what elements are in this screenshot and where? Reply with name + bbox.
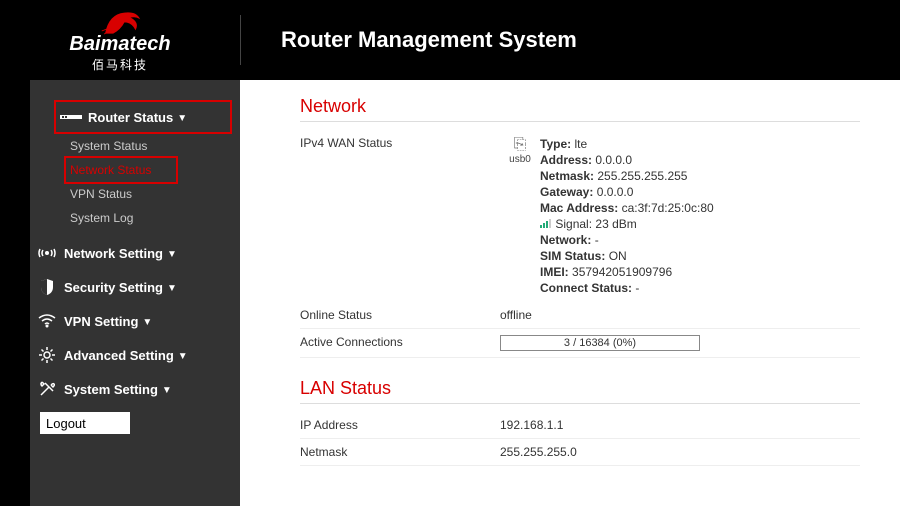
router-status-subitems: System Status Network Status VPN Status … xyxy=(30,134,240,230)
active-connections-label: Active Connections xyxy=(300,335,500,351)
chevron-down-icon: ▼ xyxy=(167,283,177,294)
imei-label: IMEI: xyxy=(540,265,569,279)
chevron-down-icon: ▼ xyxy=(177,113,187,124)
header: Baimatech 佰马科技 Router Management System xyxy=(0,0,900,80)
online-status-value: offline xyxy=(500,308,860,322)
nav-label: Advanced Setting xyxy=(64,348,174,363)
chevron-down-icon: ▼ xyxy=(142,317,152,328)
wan-status-row: IPv4 WAN Status ⎘ usb0 Type: lte Address… xyxy=(300,130,860,302)
sub-system-log[interactable]: System Log xyxy=(70,206,240,230)
gateway-label: Gateway: xyxy=(540,185,593,199)
logo: Baimatech 佰马科技 xyxy=(0,7,240,73)
logo-sub-text: 佰马科技 xyxy=(92,56,148,73)
nav-label: Router Status xyxy=(88,110,173,125)
chevron-down-icon: ▼ xyxy=(167,249,177,260)
nav-vpn-setting[interactable]: VPN Setting ▼ xyxy=(30,304,240,338)
nav-label: Security Setting xyxy=(64,280,163,295)
connect-label: Connect Status: xyxy=(540,281,632,295)
netmask-value: 255.255.255.255 xyxy=(597,169,687,183)
mac-value: ca:3f:7d:25:0c:80 xyxy=(622,201,714,215)
active-connections-value: 3 / 16384 (0%) xyxy=(500,335,860,351)
chevron-down-icon: ▼ xyxy=(178,351,188,362)
lan-netmask-row: Netmask 255.255.255.0 xyxy=(300,439,860,466)
logo-brand-text: Baimatech xyxy=(69,33,170,56)
shield-icon xyxy=(36,279,58,295)
sidebar: Router Status ▼ System Status Network St… xyxy=(0,80,240,506)
network-value: - xyxy=(595,233,599,247)
wan-port: ⎘ usb0 xyxy=(500,136,540,296)
nav-router-status[interactable]: Router Status ▼ xyxy=(54,100,232,134)
address-label: Address: xyxy=(540,153,592,167)
sim-value: ON xyxy=(609,249,627,263)
header-divider xyxy=(240,15,241,65)
gateway-value: 0.0.0.0 xyxy=(597,185,634,199)
netmask-label: Netmask: xyxy=(540,169,594,183)
wan-status-label: IPv4 WAN Status xyxy=(300,136,500,296)
lan-netmask-label: Netmask xyxy=(300,445,500,459)
lan-ip-row: IP Address 192.168.1.1 xyxy=(300,412,860,439)
nav-label: Network Setting xyxy=(64,246,163,261)
network-label: Network: xyxy=(540,233,591,247)
type-label: Type: xyxy=(540,137,571,151)
wan-details: Type: lte Address: 0.0.0.0 Netmask: 255.… xyxy=(540,136,860,296)
port-icon: ⎘ xyxy=(514,136,527,153)
nav-label: VPN Setting xyxy=(64,314,138,329)
section-lan-title: LAN Status xyxy=(300,378,860,404)
section-network-title: Network xyxy=(300,96,860,122)
connect-value: - xyxy=(635,281,639,295)
address-value: 0.0.0.0 xyxy=(595,153,632,167)
logout-button[interactable]: Logout xyxy=(40,412,130,434)
nav-label: System Setting xyxy=(64,382,158,397)
imei-value: 357942051909796 xyxy=(572,265,672,279)
gear-icon xyxy=(36,347,58,363)
sub-network-status[interactable]: Network Status xyxy=(66,158,176,182)
signal-label: Signal: xyxy=(555,217,592,231)
chevron-down-icon: ▼ xyxy=(162,385,172,396)
sub-vpn-status[interactable]: VPN Status xyxy=(70,182,240,206)
port-name: usb0 xyxy=(509,154,531,165)
wifi-icon xyxy=(36,314,58,328)
nav-system-setting[interactable]: System Setting ▼ xyxy=(30,372,240,406)
page-title: Router Management System xyxy=(281,27,577,53)
lan-ip-value: 192.168.1.1 xyxy=(500,418,860,432)
router-icon xyxy=(60,113,82,121)
online-status-label: Online Status xyxy=(300,308,500,322)
connections-meter: 3 / 16384 (0%) xyxy=(500,335,700,351)
mac-label: Mac Address: xyxy=(540,201,618,215)
nav-network-setting[interactable]: Network Setting ▼ xyxy=(30,236,240,270)
lan-netmask-value: 255.255.255.0 xyxy=(500,445,860,459)
signal-value: 23 dBm xyxy=(595,217,636,231)
active-connections-row: Active Connections 3 / 16384 (0%) xyxy=(300,329,860,358)
sim-label: SIM Status: xyxy=(540,249,605,263)
tools-icon xyxy=(36,381,58,397)
nav-advanced-setting[interactable]: Advanced Setting ▼ xyxy=(30,338,240,372)
lan-ip-label: IP Address xyxy=(300,418,500,432)
nav-security-setting[interactable]: Security Setting ▼ xyxy=(30,270,240,304)
antenna-icon xyxy=(36,245,58,261)
main-content: Network IPv4 WAN Status ⎘ usb0 Type: lte… xyxy=(240,80,900,506)
type-value: lte xyxy=(574,137,587,151)
sub-system-status[interactable]: System Status xyxy=(70,134,240,158)
signal-icon xyxy=(540,217,552,227)
online-status-row: Online Status offline xyxy=(300,302,860,329)
